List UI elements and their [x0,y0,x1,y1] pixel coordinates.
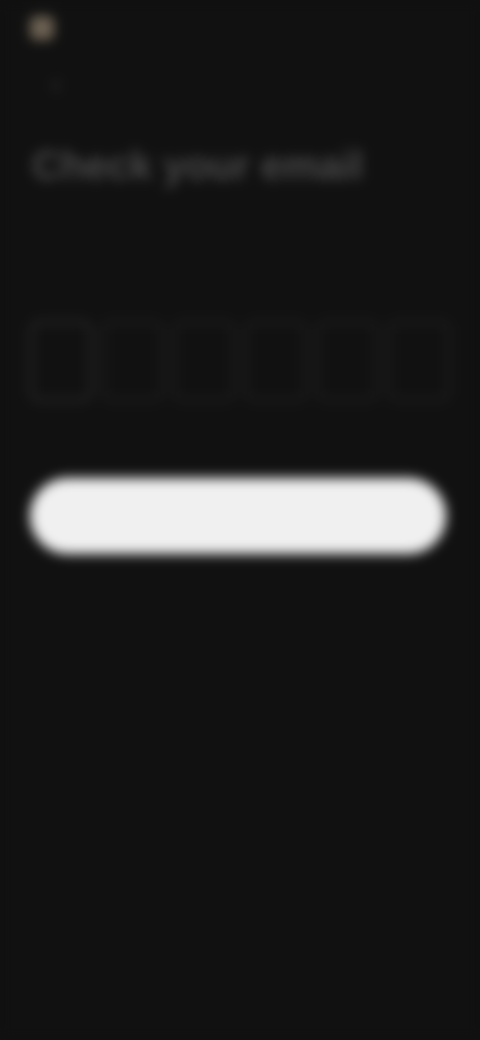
brand-logo-icon [30,16,54,40]
app-header [30,16,64,40]
continue-button[interactable] [30,478,446,554]
page-title: Check your email [32,144,364,188]
code-digit-2[interactable] [101,321,164,401]
code-digit-4[interactable] [245,321,307,401]
chevron-left-icon[interactable]: ‹ [42,70,70,98]
code-digit-6[interactable] [388,321,451,401]
code-digit-1[interactable] [30,321,92,401]
code-digit-3[interactable] [173,321,236,401]
verification-screen: ‹ Check your email [0,0,480,1040]
verification-code-input[interactable] [30,318,451,404]
code-digit-5[interactable] [316,321,379,401]
